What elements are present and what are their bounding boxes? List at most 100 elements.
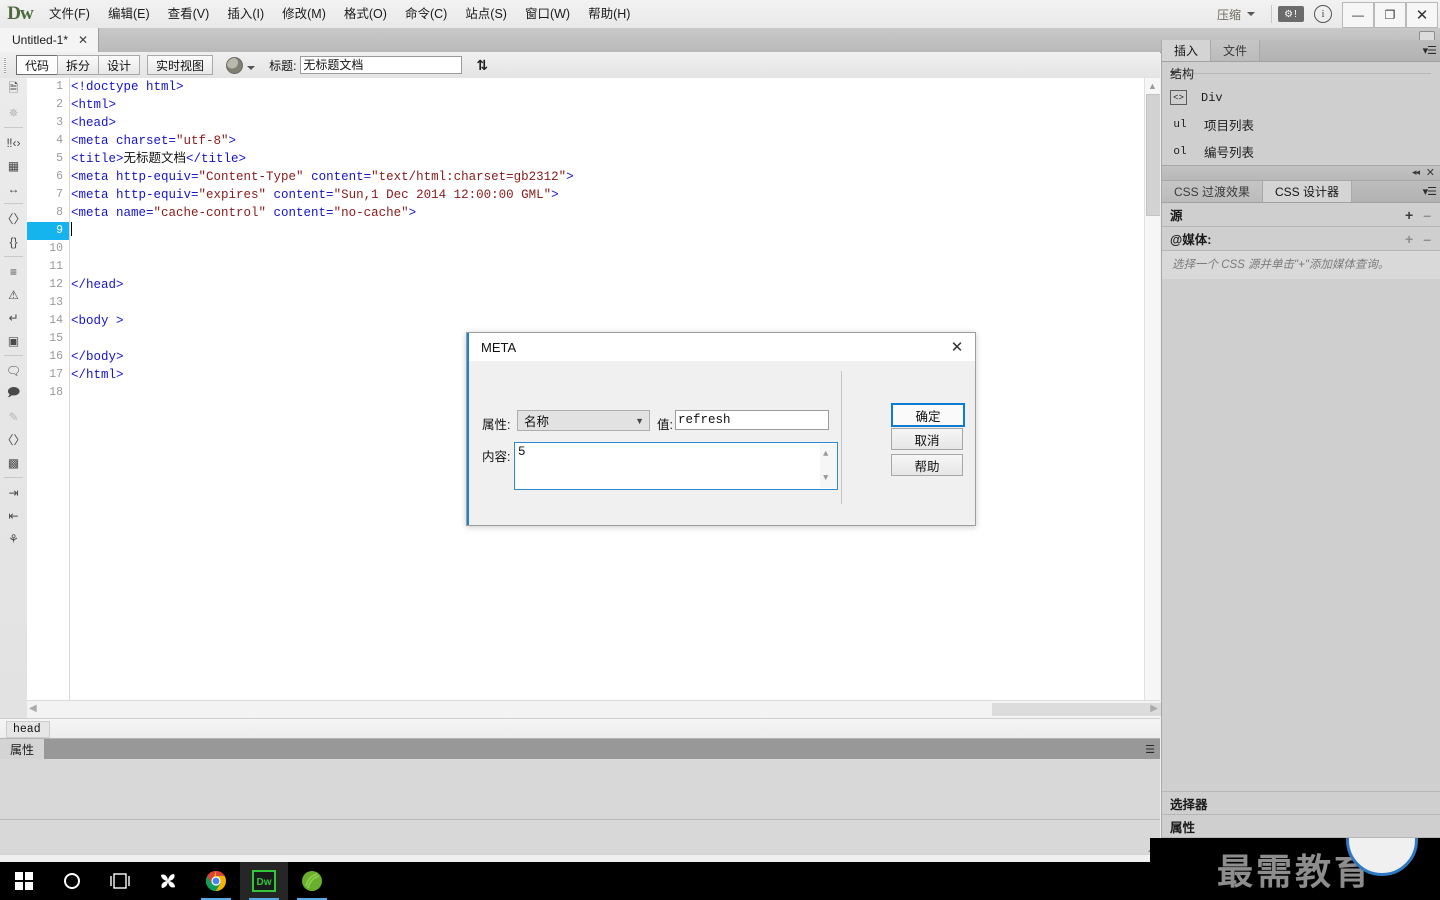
insert-category-structure[interactable]: 结构 bbox=[1162, 62, 1440, 84]
code-line[interactable] bbox=[71, 240, 1131, 258]
view-button-live[interactable]: 实时视图 bbox=[147, 55, 214, 75]
line-number[interactable]: 9 bbox=[27, 222, 69, 240]
collapse-full-tag-icon[interactable]: ‼‹› bbox=[0, 131, 27, 154]
close-icon[interactable]: ✕ bbox=[78, 33, 88, 47]
indent-code-icon[interactable]: ⇥ bbox=[0, 481, 27, 504]
panel-menu-icon[interactable]: ☰ bbox=[1145, 743, 1155, 756]
word-wrap-icon[interactable]: ↵ bbox=[0, 306, 27, 329]
line-number[interactable]: 17 bbox=[27, 366, 69, 384]
tag-selector-head[interactable]: head bbox=[6, 720, 50, 738]
move-css-rules-icon[interactable]: ▩ bbox=[0, 451, 27, 474]
panel-menu-icon[interactable]: ▾☰ bbox=[1423, 185, 1437, 198]
line-number[interactable]: 15 bbox=[27, 330, 69, 348]
menu-modify[interactable]: 修改(M) bbox=[273, 0, 335, 28]
select-parent-tag-icon[interactable]: 〈〉 bbox=[0, 207, 27, 230]
line-number[interactable]: 11 bbox=[27, 258, 69, 276]
green-app-icon[interactable] bbox=[288, 862, 336, 900]
tab-css-designer[interactable]: CSS 设计器 bbox=[1263, 181, 1353, 202]
menu-window[interactable]: 窗口(W) bbox=[516, 0, 579, 28]
line-number[interactable]: 18 bbox=[27, 384, 69, 402]
line-number[interactable]: 8 bbox=[27, 204, 69, 222]
chrome-icon[interactable] bbox=[192, 862, 240, 900]
apply-comment-icon[interactable]: 🗨 bbox=[0, 359, 27, 382]
scrollbar-thumb-horizontal[interactable] bbox=[992, 703, 1162, 716]
globe-icon[interactable] bbox=[226, 56, 244, 74]
tab-css-transitions[interactable]: CSS 过渡效果 bbox=[1162, 181, 1264, 202]
code-line[interactable]: <body > bbox=[71, 312, 1131, 330]
editor-vertical-scrollbar[interactable]: ▲ ▼ bbox=[1144, 78, 1160, 720]
file-transfer-icon[interactable]: ⇅ bbox=[476, 57, 488, 74]
code-line[interactable] bbox=[71, 222, 1131, 240]
tab-files[interactable]: 文件 bbox=[1211, 40, 1261, 61]
menu-site[interactable]: 站点(S) bbox=[456, 0, 516, 28]
view-button-split[interactable]: 拆分 bbox=[57, 55, 100, 75]
value-input[interactable]: refresh bbox=[675, 410, 829, 430]
line-number[interactable]: 2 bbox=[27, 96, 69, 114]
editor-horizontal-scrollbar[interactable]: ◀ ▶ bbox=[27, 700, 1162, 719]
content-textarea[interactable]: 5 ▲ ▼ bbox=[514, 442, 838, 490]
wrap-tag-icon[interactable]: ✎ bbox=[0, 405, 27, 428]
gear-alert-icon[interactable]: ⚙! bbox=[1278, 6, 1304, 22]
pinwheel-app-icon[interactable] bbox=[144, 862, 192, 900]
code-line[interactable]: <title>无标题文档</title> bbox=[71, 150, 1131, 168]
code-line[interactable]: <meta name="cache-control" content="no-c… bbox=[71, 204, 1131, 222]
restore-button[interactable]: ❐ bbox=[1374, 2, 1406, 28]
balance-braces-icon[interactable]: {} bbox=[0, 230, 27, 253]
menu-view[interactable]: 查看(V) bbox=[159, 0, 219, 28]
minimize-button[interactable]: — bbox=[1342, 2, 1374, 28]
line-number[interactable]: 3 bbox=[27, 114, 69, 132]
insert-item-div[interactable]: <> Div bbox=[1162, 84, 1440, 111]
menu-file[interactable]: 文件(F) bbox=[40, 0, 99, 28]
chevron-down-icon[interactable] bbox=[247, 66, 256, 70]
dreamweaver-icon[interactable]: Dw bbox=[240, 862, 288, 900]
code-line[interactable]: <html> bbox=[71, 96, 1131, 114]
scroll-up-icon[interactable]: ▲ bbox=[823, 446, 828, 462]
code-line[interactable]: </head> bbox=[71, 276, 1131, 294]
remove-media-button[interactable]: – bbox=[1423, 231, 1431, 247]
code-line[interactable]: <head> bbox=[71, 114, 1131, 132]
menu-edit[interactable]: 编辑(E) bbox=[99, 0, 159, 28]
highlight-invalid-code-icon[interactable]: ⚠ bbox=[0, 283, 27, 306]
css-selector-header[interactable]: 选择器 bbox=[1162, 791, 1440, 814]
cancel-button[interactable]: 取消 bbox=[891, 428, 963, 450]
recent-snippets-icon[interactable]: 〈〉 bbox=[0, 428, 27, 451]
line-number[interactable]: 4 bbox=[27, 132, 69, 150]
insert-item-unordered-list[interactable]: ul 项目列表 bbox=[1162, 111, 1440, 138]
line-number[interactable]: 16 bbox=[27, 348, 69, 366]
pin-icon[interactable]: ✵ bbox=[0, 101, 27, 124]
panel-menu-icon[interactable]: ▾☰ bbox=[1423, 44, 1437, 57]
dialog-title-bar[interactable]: META ✕ bbox=[467, 333, 975, 361]
attribute-select[interactable]: 名称 ▼ bbox=[517, 410, 650, 431]
menu-insert[interactable]: 插入(I) bbox=[218, 0, 273, 28]
code-line[interactable] bbox=[71, 258, 1131, 276]
scroll-down-icon[interactable]: ▼ bbox=[823, 470, 828, 486]
line-number[interactable]: 10 bbox=[27, 240, 69, 258]
open-documents-icon[interactable]: 🗎 bbox=[0, 78, 27, 101]
textarea-scrollbar[interactable]: ▲ ▼ bbox=[820, 444, 836, 488]
close-icon[interactable]: ✕ bbox=[1426, 166, 1435, 179]
add-source-button[interactable]: + bbox=[1405, 207, 1413, 223]
line-number[interactable]: 5 bbox=[27, 150, 69, 168]
remove-source-button[interactable]: – bbox=[1423, 207, 1431, 223]
menu-format[interactable]: 格式(O) bbox=[335, 0, 396, 28]
close-button[interactable]: ✕ bbox=[1406, 2, 1438, 28]
help-button[interactable]: 帮助 bbox=[891, 454, 963, 476]
outdent-code-icon[interactable]: ⇤ bbox=[0, 504, 27, 527]
line-number[interactable]: 7 bbox=[27, 186, 69, 204]
line-number[interactable]: 14 bbox=[27, 312, 69, 330]
menu-commands[interactable]: 命令(C) bbox=[396, 0, 456, 28]
expand-all-icon[interactable]: ↔ bbox=[0, 177, 27, 200]
collapse-icon[interactable]: ◂◂ bbox=[1412, 167, 1420, 178]
scrollbar-thumb[interactable] bbox=[1146, 94, 1160, 216]
insert-item-ordered-list[interactable]: ol 编号列表 bbox=[1162, 138, 1440, 165]
code-line[interactable] bbox=[71, 294, 1131, 312]
windows-start-icon[interactable] bbox=[0, 862, 48, 900]
css-properties-header[interactable]: 属性 bbox=[1162, 814, 1440, 837]
code-line[interactable]: <meta charset="utf-8"> bbox=[71, 132, 1131, 150]
remove-comment-icon[interactable]: 🗩 bbox=[0, 382, 27, 405]
code-line[interactable]: <meta http-equiv="Content-Type" content=… bbox=[71, 168, 1131, 186]
line-number[interactable]: 13 bbox=[27, 294, 69, 312]
format-source-code-icon[interactable]: ⚘ bbox=[0, 527, 27, 550]
view-button-code[interactable]: 代码 bbox=[16, 55, 59, 75]
view-button-design[interactable]: 设计 bbox=[98, 55, 141, 75]
